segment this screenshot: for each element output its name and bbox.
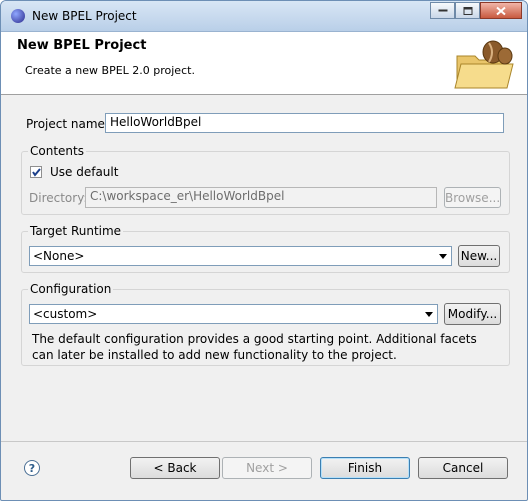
title-bar[interactable]: New BPEL Project bbox=[1, 1, 527, 32]
modify-configuration-button[interactable]: Modify... bbox=[444, 303, 501, 325]
close-button[interactable] bbox=[480, 2, 522, 19]
wizard-body: Project name: HelloWorldBpel Contents Us… bbox=[1, 95, 527, 429]
cancel-button[interactable]: Cancel bbox=[418, 457, 508, 479]
footer-divider bbox=[1, 441, 527, 442]
target-runtime-value: <None> bbox=[33, 249, 85, 263]
target-runtime-select[interactable]: <None> bbox=[29, 246, 452, 266]
project-name-field[interactable]: HelloWorldBpel bbox=[105, 113, 504, 133]
dropdown-arrow-icon bbox=[439, 254, 447, 259]
close-icon bbox=[496, 6, 506, 15]
wizard-banner: New BPEL Project Create a new BPEL 2.0 p… bbox=[1, 32, 527, 95]
target-runtime-group-label: Target Runtime bbox=[28, 224, 124, 238]
minimize-icon bbox=[438, 9, 447, 11]
configuration-value: <custom> bbox=[33, 307, 98, 321]
back-button[interactable]: < Back bbox=[130, 457, 220, 479]
browse-button[interactable]: Browse... bbox=[444, 187, 501, 208]
directory-field[interactable]: C:\workspace_er\HelloWorldBpel bbox=[85, 187, 437, 208]
dialog-window: New BPEL Project New BPEL Project Create… bbox=[0, 0, 528, 501]
configuration-select[interactable]: <custom> bbox=[29, 304, 438, 324]
finish-button[interactable]: Finish bbox=[320, 457, 410, 479]
contents-group-label: Contents bbox=[28, 144, 86, 158]
project-name-label: Project name: bbox=[26, 117, 109, 131]
banner-description: Create a new BPEL 2.0 project. bbox=[25, 64, 195, 77]
configuration-description: The default configuration provides a goo… bbox=[32, 332, 477, 362]
maximize-button[interactable] bbox=[455, 2, 480, 19]
checkmark-icon bbox=[32, 168, 41, 177]
minimize-button[interactable] bbox=[430, 2, 455, 19]
directory-label: Directory: bbox=[29, 191, 88, 205]
use-default-label: Use default bbox=[50, 165, 119, 179]
window-title: New BPEL Project bbox=[32, 9, 137, 23]
dropdown-arrow-icon bbox=[425, 312, 433, 317]
use-default-checkbox[interactable] bbox=[30, 166, 42, 178]
new-project-folder-icon bbox=[454, 40, 514, 89]
help-icon[interactable]: ? bbox=[24, 460, 40, 476]
banner-title: New BPEL Project bbox=[17, 38, 147, 53]
eclipse-icon bbox=[11, 9, 25, 23]
next-button[interactable]: Next > bbox=[222, 457, 312, 479]
new-runtime-button[interactable]: New... bbox=[458, 245, 500, 267]
maximize-icon bbox=[463, 6, 472, 15]
configuration-group-label: Configuration bbox=[28, 282, 114, 296]
